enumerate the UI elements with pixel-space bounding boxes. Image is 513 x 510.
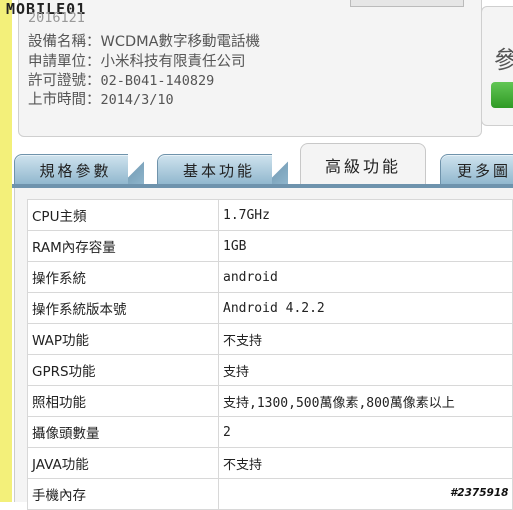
spec-line-release-date: 上市時間：2014/3/10 bbox=[28, 92, 174, 108]
top-image-thumbnail[interactable] bbox=[350, 0, 464, 7]
row-label: WAP功能 bbox=[27, 323, 219, 355]
table-row: CPU主頻 1.7GHz bbox=[27, 199, 513, 231]
row-value: 不支持 bbox=[218, 323, 513, 355]
row-label: GPRS功能 bbox=[27, 354, 219, 386]
image-watermark: #2375918 bbox=[448, 487, 511, 499]
tab-basic-functions[interactable]: 基本功能 bbox=[157, 154, 281, 186]
row-value: 不支持 bbox=[218, 447, 513, 479]
table-row: 操作系統 android bbox=[27, 261, 513, 293]
row-label: 操作系統版本號 bbox=[27, 292, 219, 324]
tab-specs[interactable]: 規格參數 bbox=[14, 154, 137, 186]
table-row: 操作系統版本號 Android 4.2.2 bbox=[27, 292, 513, 324]
tab-advanced-functions[interactable]: 高級功能 bbox=[300, 143, 426, 185]
row-label: 手機內存 bbox=[27, 478, 219, 510]
table-row: 攝像頭數量 2 bbox=[27, 416, 513, 448]
row-value: 2 bbox=[218, 416, 513, 448]
tab-corner-decoration bbox=[128, 154, 144, 186]
row-value: 支持 bbox=[218, 354, 513, 386]
tab-corner-decoration bbox=[272, 154, 288, 186]
side-panel-heading: 參 bbox=[494, 46, 513, 74]
spec-line-device-name: 設備名稱：WCDMA數字移動電話機 bbox=[28, 34, 261, 50]
row-label: RAM內存容量 bbox=[27, 230, 219, 262]
table-row: 照相功能 支持,1300,500萬像素,800萬像素以上 bbox=[27, 385, 513, 417]
row-value: android bbox=[218, 261, 513, 293]
table-row: WAP功能 不支持 bbox=[27, 323, 513, 355]
spec-line-applicant: 申請單位：小米科技有限責任公司 bbox=[28, 54, 246, 70]
advanced-spec-table: CPU主頻 1.7GHz RAM內存容量 1GB 操作系統 android 操作… bbox=[27, 199, 513, 510]
partial-date-text: 2016121 bbox=[28, 10, 85, 26]
row-label: 攝像頭數量 bbox=[27, 416, 219, 448]
table-row: JAVA功能 不支持 bbox=[27, 447, 513, 479]
row-value: 1.7GHz bbox=[218, 199, 513, 231]
row-label: CPU主頻 bbox=[27, 199, 219, 231]
spec-line-license: 許可證號：02-B041-140829 bbox=[28, 73, 215, 89]
row-label: 操作系統 bbox=[27, 261, 219, 293]
table-row: 手機內存 bbox=[27, 478, 513, 510]
table-row: GPRS功能 支持 bbox=[27, 354, 513, 386]
row-label: 照相功能 bbox=[27, 385, 219, 417]
row-value: Android 4.2.2 bbox=[218, 292, 513, 324]
row-value: 支持,1300,500萬像素,800萬像素以上 bbox=[218, 385, 513, 417]
table-row: RAM內存容量 1GB bbox=[27, 230, 513, 262]
row-label: JAVA功能 bbox=[27, 447, 219, 479]
side-panel-green-button[interactable] bbox=[491, 82, 513, 108]
tab-more-images[interactable]: 更多圖 bbox=[440, 154, 513, 186]
row-value: 1GB bbox=[218, 230, 513, 262]
left-edge-strip bbox=[0, 0, 12, 502]
